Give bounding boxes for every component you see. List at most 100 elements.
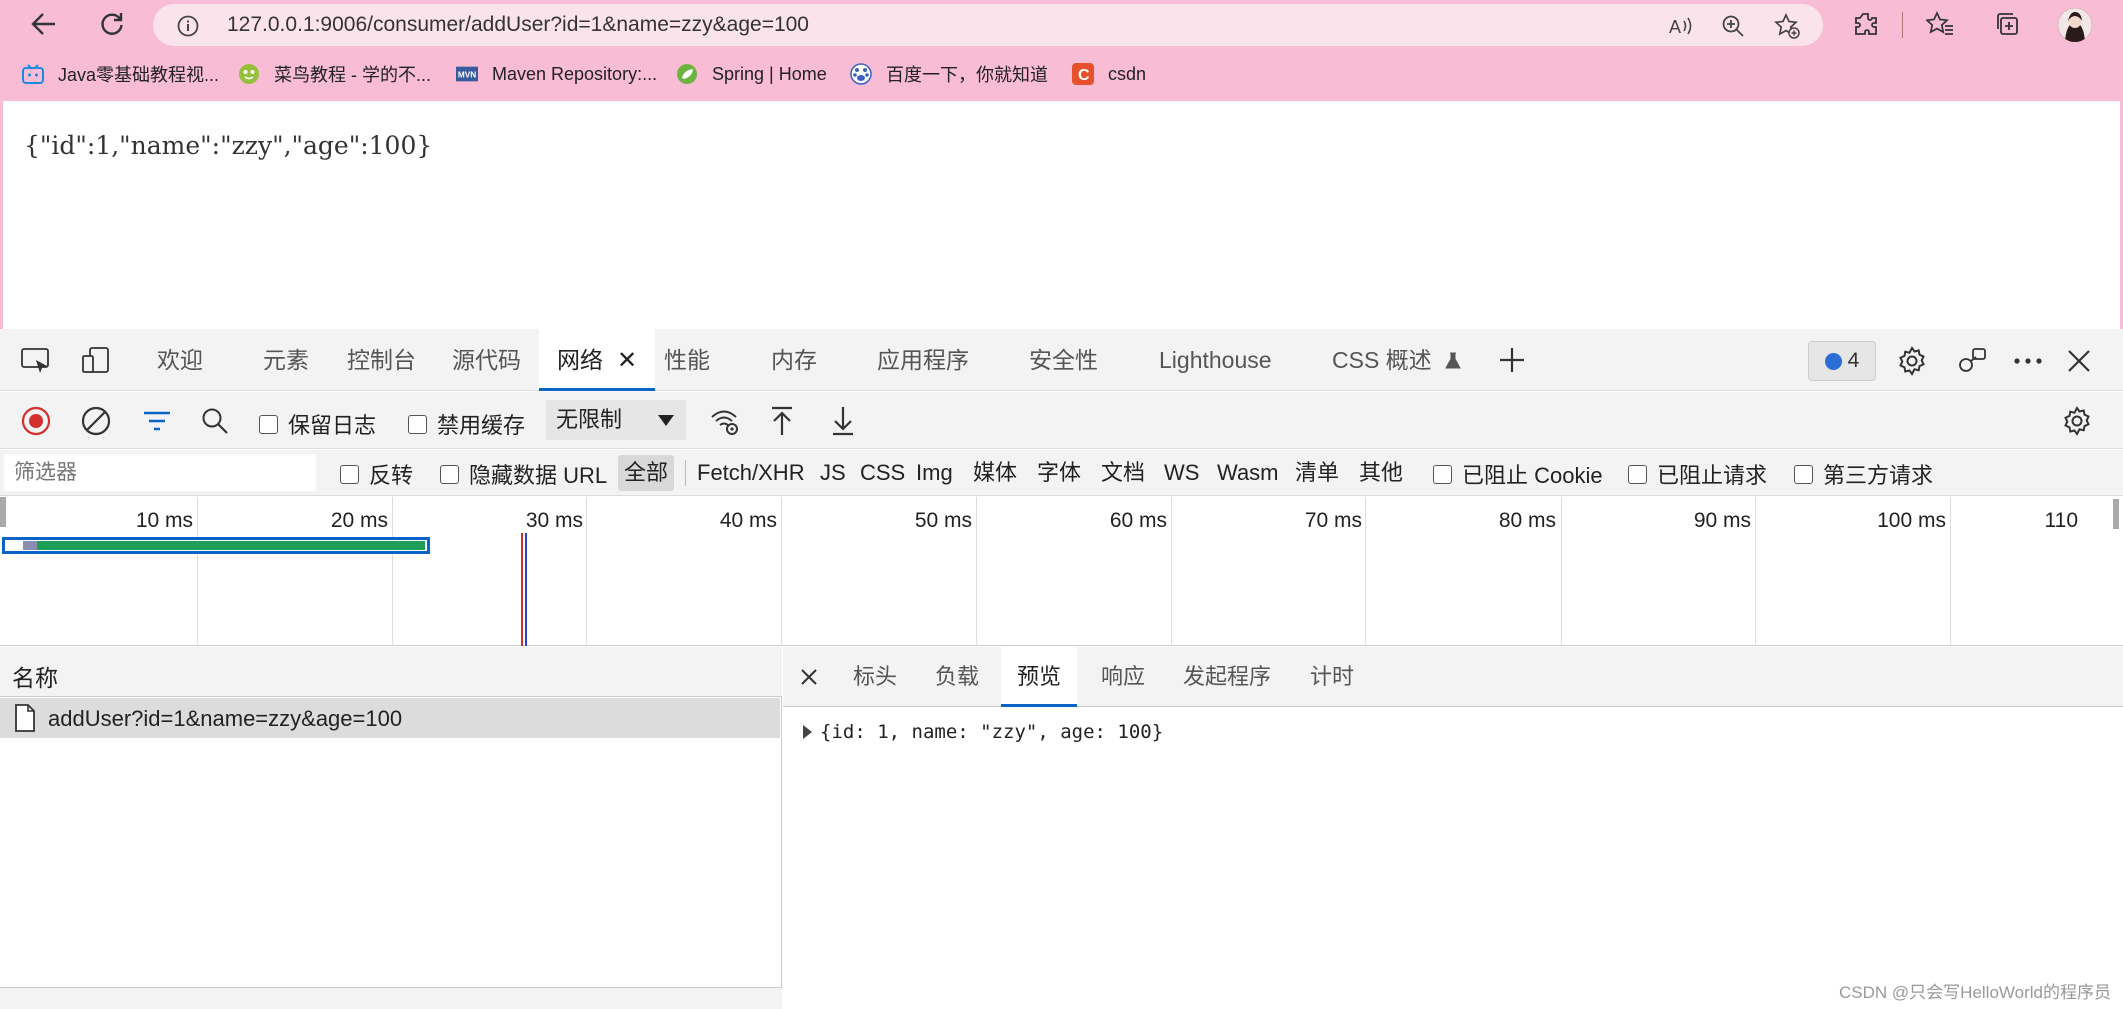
checkbox-label: 第三方请求 bbox=[1823, 463, 1934, 488]
status-bar bbox=[0, 987, 782, 1009]
inspect-element-icon[interactable] bbox=[18, 343, 54, 379]
disable-cache-checkbox[interactable]: 禁用缓存 bbox=[408, 408, 525, 440]
checkbox-box[interactable] bbox=[340, 464, 359, 484]
tick-label: 20 ms bbox=[330, 509, 388, 532]
back-button[interactable] bbox=[22, 6, 66, 42]
profile-avatar[interactable] bbox=[2058, 8, 2092, 42]
favorites-icon[interactable] bbox=[1924, 8, 1956, 40]
filter-type-wasm[interactable]: Wasm bbox=[1217, 455, 1279, 491]
clear-icon bbox=[81, 406, 111, 436]
invert-checkbox[interactable]: 反转 bbox=[340, 458, 413, 490]
more-options-icon[interactable] bbox=[2012, 345, 2044, 377]
filter-type-css[interactable]: CSS bbox=[860, 455, 905, 491]
clear-button[interactable] bbox=[80, 405, 112, 437]
connect-device-icon[interactable] bbox=[1956, 345, 1990, 377]
bookmark-runoob[interactable]: 菜鸟教程 - 学的不... bbox=[238, 56, 431, 92]
tab-payload[interactable]: 负载 bbox=[935, 647, 979, 707]
settings-gear-icon[interactable] bbox=[1896, 345, 1928, 377]
blocked-cookies-checkbox[interactable]: 已阻止 Cookie bbox=[1433, 458, 1603, 490]
tab-css-overview-label: CSS 概述 bbox=[1332, 347, 1432, 373]
arrow-left-icon bbox=[31, 13, 55, 35]
checkbox-box[interactable] bbox=[1433, 464, 1452, 484]
export-har-icon[interactable] bbox=[827, 404, 859, 438]
tab-memory[interactable]: 内存 bbox=[771, 329, 817, 391]
device-emulation-icon[interactable] bbox=[78, 343, 114, 379]
checkbox-label: 反转 bbox=[369, 463, 414, 488]
zoom-icon[interactable] bbox=[1720, 14, 1746, 38]
name-column-header[interactable]: 名称 bbox=[0, 647, 782, 697]
expand-triangle-icon[interactable] bbox=[803, 725, 812, 739]
throttling-select[interactable]: 无限制 bbox=[546, 400, 686, 440]
close-detail-icon[interactable] bbox=[797, 665, 821, 689]
tab-response[interactable]: 响应 bbox=[1101, 647, 1145, 707]
preserve-log-checkbox[interactable]: 保留日志 bbox=[259, 408, 376, 440]
preview-json-tree[interactable]: {id: 1, name: "zzy", age: 100} bbox=[803, 721, 1163, 743]
add-favorite-icon[interactable] bbox=[1774, 13, 1800, 39]
tab-headers[interactable]: 标头 bbox=[853, 647, 897, 707]
filter-type-js[interactable]: JS bbox=[820, 455, 846, 491]
tab-welcome[interactable]: 欢迎 bbox=[157, 329, 203, 391]
filter-input[interactable] bbox=[4, 455, 316, 491]
tab-security[interactable]: 安全性 bbox=[1029, 329, 1098, 391]
tab-initiator[interactable]: 发起程序 bbox=[1183, 647, 1271, 707]
bookmark-csdn[interactable]: C csdn bbox=[1072, 56, 1146, 92]
filter-type-all[interactable]: 全部 bbox=[618, 455, 675, 491]
bookmark-label: Maven Repository:... bbox=[492, 63, 658, 84]
blocked-requests-checkbox[interactable]: 已阻止请求 bbox=[1628, 458, 1767, 490]
issues-count: 4 bbox=[1847, 349, 1860, 372]
read-aloud-icon[interactable]: A bbox=[1669, 14, 1695, 38]
tab-sources[interactable]: 源代码 bbox=[452, 329, 521, 391]
filter-type-doc[interactable]: 文档 bbox=[1101, 455, 1145, 491]
hide-data-urls-checkbox[interactable]: 隐藏数据 URL bbox=[440, 458, 607, 490]
import-har-icon[interactable] bbox=[766, 404, 798, 438]
tab-css-overview[interactable]: CSS 概述 bbox=[1332, 329, 1462, 391]
url-text[interactable]: 127.0.0.1:9006/consumer/addUser?id=1&nam… bbox=[227, 4, 809, 46]
network-settings-icon[interactable] bbox=[2060, 404, 2094, 438]
filter-type-manifest[interactable]: 清单 bbox=[1295, 455, 1339, 491]
network-conditions-icon[interactable] bbox=[708, 404, 742, 438]
preview-object: {id: 1, name: "zzy", age: 100} bbox=[820, 721, 1164, 743]
network-overview-timeline[interactable]: 10 ms 20 ms 30 ms 40 ms 50 ms 60 ms 70 m… bbox=[0, 497, 2123, 646]
checkbox-box[interactable] bbox=[1794, 464, 1813, 484]
filter-type-other[interactable]: 其他 bbox=[1359, 455, 1403, 491]
tab-application[interactable]: 应用程序 bbox=[877, 329, 969, 391]
tab-console[interactable]: 控制台 bbox=[347, 329, 416, 391]
tab-elements[interactable]: 元素 bbox=[263, 329, 309, 391]
bookmark-maven[interactable]: MVN Maven Repository:... bbox=[456, 56, 657, 92]
close-tab-icon[interactable]: ✕ bbox=[617, 347, 637, 374]
filter-type-fetch-xhr[interactable]: Fetch/XHR bbox=[697, 455, 805, 491]
refresh-button[interactable] bbox=[90, 6, 134, 42]
filter-type-ws[interactable]: WS bbox=[1164, 455, 1199, 491]
filter-type-font[interactable]: 字体 bbox=[1037, 455, 1081, 491]
checkbox-box[interactable] bbox=[1628, 464, 1647, 484]
more-tabs-plus-icon[interactable] bbox=[1497, 345, 1527, 375]
tab-timing[interactable]: 计时 bbox=[1310, 647, 1354, 707]
filter-type-media[interactable]: 媒体 bbox=[973, 455, 1017, 491]
bookmark-baidu[interactable]: 百度一下，你就知道 bbox=[850, 56, 1048, 92]
issues-badge[interactable]: 4 bbox=[1808, 341, 1876, 381]
checkbox-box[interactable] bbox=[259, 414, 278, 434]
request-row[interactable]: addUser?id=1&name=zzy&age=100 bbox=[0, 698, 780, 738]
checkbox-box[interactable] bbox=[440, 464, 459, 484]
collections-icon[interactable] bbox=[1991, 8, 2023, 40]
timeline-scroll-handle[interactable] bbox=[0, 497, 6, 527]
search-icon[interactable] bbox=[199, 406, 231, 436]
bookmark-java[interactable]: Java零基础教程视... bbox=[22, 56, 219, 92]
tab-network[interactable]: 网络 ✕ bbox=[539, 329, 656, 391]
extensions-icon[interactable] bbox=[1850, 8, 1882, 40]
request-waterfall-bar[interactable] bbox=[2, 537, 430, 554]
info-icon[interactable] bbox=[177, 15, 199, 42]
filter-icon[interactable] bbox=[142, 407, 172, 435]
close-devtools-icon[interactable] bbox=[2063, 345, 2095, 377]
timeline-scroll-handle-right[interactable] bbox=[2113, 499, 2119, 529]
checkbox-box[interactable] bbox=[408, 414, 427, 434]
record-button[interactable] bbox=[20, 405, 52, 437]
third-party-checkbox[interactable]: 第三方请求 bbox=[1794, 458, 1933, 490]
bookmark-spring[interactable]: Spring | Home bbox=[676, 56, 827, 92]
tab-preview[interactable]: 预览 bbox=[1001, 647, 1078, 707]
filter-type-img[interactable]: Img bbox=[916, 455, 953, 491]
grid-line bbox=[197, 497, 198, 646]
tab-performance[interactable]: 性能 bbox=[664, 329, 710, 391]
address-bar[interactable]: 127.0.0.1:9006/consumer/addUser?id=1&nam… bbox=[153, 4, 1823, 46]
tab-lighthouse[interactable]: Lighthouse bbox=[1159, 329, 1272, 391]
